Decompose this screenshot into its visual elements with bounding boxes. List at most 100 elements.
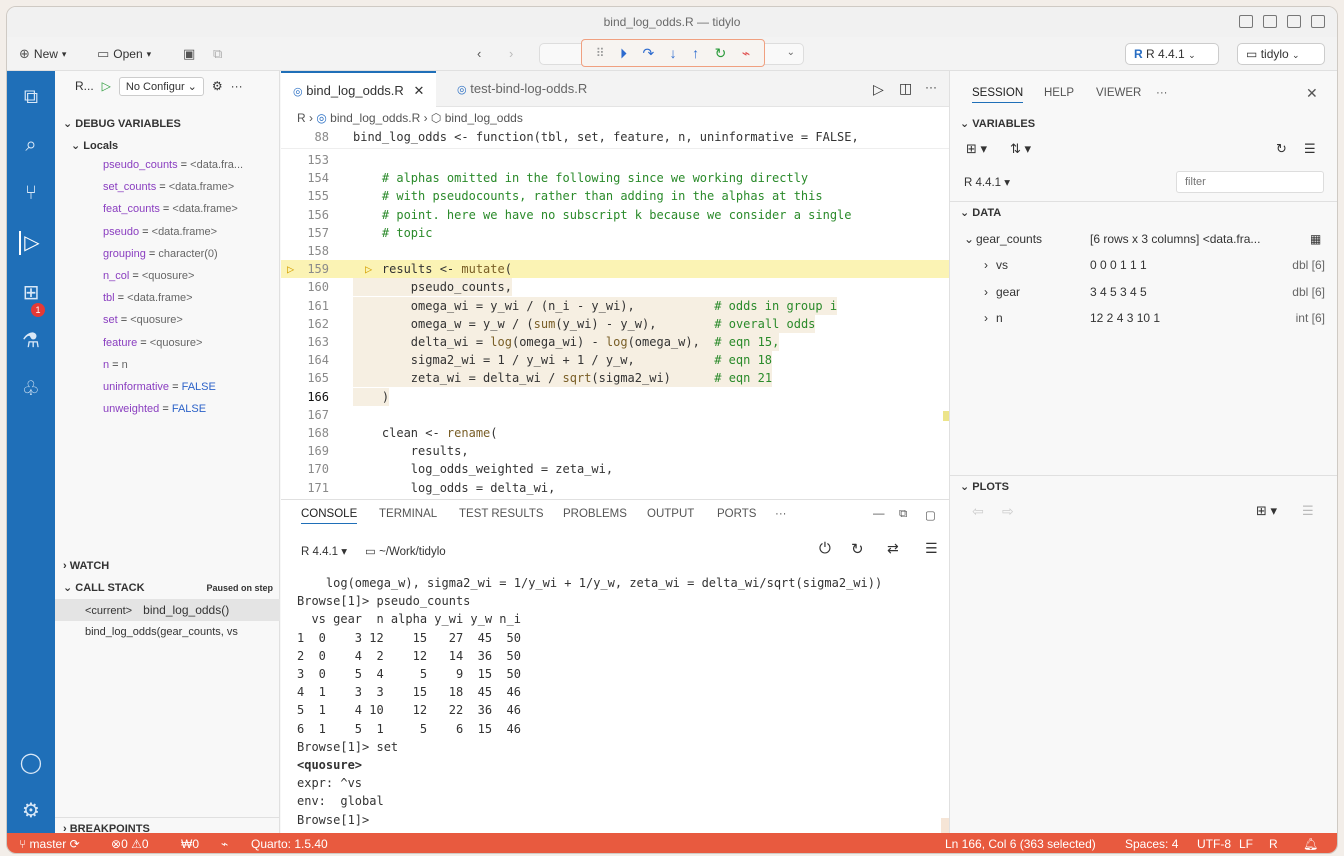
breadcrumb-symbol[interactable]: bind_log_odds [445,111,523,125]
more-icon[interactable]: ··· [775,508,787,520]
continue-icon[interactable]: ⏵ [620,45,627,62]
power-icon[interactable]: ⏻ [819,540,831,557]
encoding-status[interactable]: UTF-8 [1197,833,1231,853]
extensions-icon[interactable]: ⊞ [19,281,43,305]
gear-icon[interactable]: ⚙ [212,79,223,93]
step-out-icon[interactable]: ↑ [692,45,699,61]
tab-viewer[interactable]: VIEWER [1096,87,1141,99]
tab-ports[interactable]: PORTS [717,508,756,520]
maximize-icon[interactable]: ⧉ [899,508,907,521]
split-editor-icon[interactable]: ◫ [899,80,912,97]
code-line[interactable]: 161 omega_wi = y_wi / (n_i - y_wi), # od… [281,296,949,315]
drag-handle-icon[interactable]: ⠿ [596,46,605,60]
tab-test-results[interactable]: TEST RESULTS [459,508,544,520]
collapse-icon[interactable]: ☰ [1304,141,1316,157]
start-debugging-icon[interactable]: ▷ [102,79,111,93]
minimize-icon[interactable]: — [873,508,885,520]
project-select[interactable]: ▭ tidylo ⌄ [1237,43,1325,65]
sort-icon[interactable]: ⇅ ▾ [1010,141,1031,157]
close-icon[interactable]: ✕ [1306,85,1318,102]
save-all-button[interactable]: ⧉ [213,46,222,62]
variable-row[interactable]: uninformative = FALSE [103,381,216,393]
switch-icon[interactable]: ⇄ [887,540,899,557]
run-debug-icon[interactable]: ▷ [19,231,43,255]
tree-icon[interactable]: ♧ [19,377,43,401]
variable-row[interactable]: feature = <quosure> [103,337,202,349]
sticky-scroll-line[interactable]: 88 bind_log_odds <- function(tbl, set, f… [281,129,949,149]
explorer-icon[interactable]: ⧉ [19,85,43,109]
locals-header[interactable]: ⌄ Locals [55,135,279,157]
code-line[interactable]: 168 clean <- rename( [281,424,949,442]
new-button[interactable]: ⊕ New ▾ [19,46,66,62]
console-r-select[interactable]: R 4.4.1 ▾ [301,544,347,558]
language-status[interactable]: R [1269,833,1278,853]
step-over-icon[interactable]: ↷ [642,45,654,62]
testing-icon[interactable]: ⚗ [19,329,43,353]
table-icon[interactable]: ▦ [1310,227,1321,251]
tab-help[interactable]: HELP [1044,87,1074,99]
grid-view-icon[interactable]: ⊞ ▾ [966,141,987,157]
code-line[interactable]: 156 # point. here we have no subscript k… [281,206,949,224]
variable-row[interactable]: pseudo = <data.frame> [103,226,217,238]
variable-row[interactable]: feat_counts = <data.frame> [103,203,238,215]
plot-clear-icon[interactable]: ☰ [1302,503,1314,519]
code-line[interactable]: 165 zeta_wi = delta_wi / sqrt(sigma2_wi)… [281,369,949,388]
variable-row[interactable]: set_counts = <data.frame> [103,181,234,193]
code-line[interactable]: 163 delta_wi = log(omega_wi) - log(omega… [281,333,949,351]
data-header[interactable]: ⌄ DATA [950,201,1337,223]
more-icon[interactable]: ··· [1156,87,1168,99]
prev-plot-icon[interactable]: ⇦ [972,503,984,520]
launch-config-select[interactable]: No Configur ⌄ [118,76,204,96]
variable-row[interactable]: n = n [103,359,128,371]
restart-icon[interactable]: ↻ [715,45,727,62]
customize-layout-icon[interactable] [1311,15,1325,28]
plot-layout-icon[interactable]: ⊞ ▾ [1256,503,1277,519]
code-line[interactable]: 166 ) [281,387,949,406]
next-plot-icon[interactable]: ⇨ [1002,503,1014,520]
more-icon[interactable]: ··· [231,79,243,93]
column-row[interactable]: › n 12 2 4 3 10 1 int [6] [950,306,1337,330]
callstack-current[interactable]: <current> bind_log_odds() [55,599,280,621]
tab-bind-log-odds[interactable]: ◎ bind_log_odds.R ✕ [281,71,437,107]
watch-header[interactable]: › WATCH [55,555,279,577]
account-icon[interactable]: ◯ [19,751,43,775]
variable-row[interactable]: grouping = character(0) [103,248,218,260]
source-control-icon[interactable]: ⑂ [19,181,43,205]
tab-problems[interactable]: PROBLEMS [563,508,627,520]
toggle-secondary-sidebar-icon[interactable] [1287,15,1301,28]
save-button[interactable]: ▣ [183,46,195,62]
settings-gear-icon[interactable]: ⚙ [19,799,43,823]
close-icon[interactable]: ✕ [413,83,424,98]
run-icon[interactable]: ▷ [873,81,884,98]
code-line[interactable]: 171 log_odds = delta_wi, [281,479,949,497]
code-line[interactable]: 153 [281,151,949,169]
search-icon[interactable]: ⌕ [19,133,43,157]
code-line[interactable]: 169 results, [281,442,949,460]
callstack-header[interactable]: ⌄ CALL STACK Paused on step [55,577,279,599]
restart-icon[interactable]: ↻ [851,540,864,558]
column-row[interactable]: › gear 3 4 5 3 4 5 dbl [6] [950,280,1337,304]
breadcrumb-folder[interactable]: R [297,111,306,125]
forward-button[interactable]: › [509,46,513,61]
refresh-icon[interactable]: ↻ [1276,141,1287,157]
variable-row[interactable]: n_col = <quosure> [103,270,194,282]
code-line[interactable]: 162 omega_w = y_w / (sum(y_wi) - y_w), #… [281,314,949,333]
quarto-status[interactable]: Quarto: 1.5.40 [251,833,328,853]
debug-variables-header[interactable]: ⌄ DEBUG VARIABLES [55,113,279,135]
column-row[interactable]: › vs 0 0 0 1 1 1 dbl [6] [950,253,1337,277]
code-line[interactable]: 154 # alphas omitted in the following si… [281,169,949,187]
debug-status-icon[interactable]: ⌁ [221,833,228,853]
code-line[interactable]: 155 # with pseudocounts, rather than add… [281,187,949,205]
current-frame-marker-icon[interactable]: ▷ [287,260,294,278]
close-panel-icon[interactable]: ▢ [925,508,936,522]
info-status[interactable]: ₩0 [181,833,199,853]
tab-console[interactable]: CONSOLE [301,508,358,524]
variable-row[interactable]: pseudo_counts = <data.fra... [103,159,243,171]
problems-status[interactable]: ⊗0 ⚠0 [111,833,149,853]
callstack-frame[interactable]: bind_log_odds(gear_counts, vs [55,621,280,643]
variables-header[interactable]: ⌄ VARIABLES [950,113,1337,135]
r-version-select[interactable]: R R 4.4.1 ⌄ [1125,43,1219,65]
open-button[interactable]: ▭ Open ▾ [97,46,151,62]
env-select[interactable]: R 4.4.1 ▾ [964,175,1010,189]
console-scrollbar[interactable] [941,818,949,834]
